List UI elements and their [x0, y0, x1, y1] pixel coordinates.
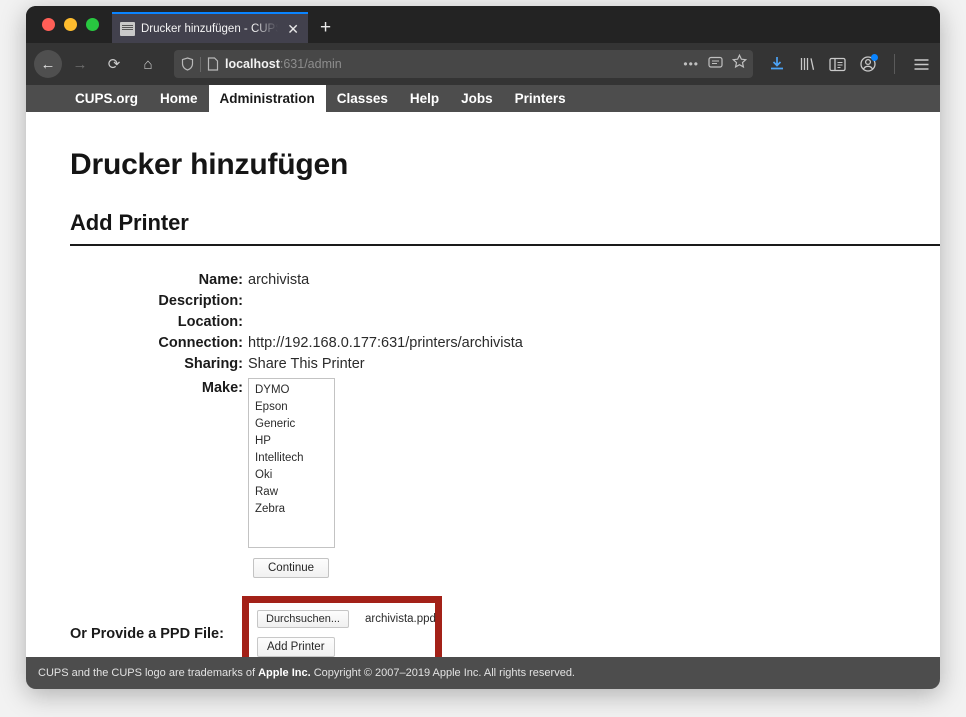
- close-window-button[interactable]: [42, 18, 55, 31]
- value-sharing: Share This Printer: [248, 356, 365, 372]
- add-printer-button[interactable]: Add Printer: [257, 637, 335, 657]
- form-row-make: Make: DYMO Epson Generic HP Intellitech …: [70, 378, 896, 548]
- library-icon[interactable]: [799, 56, 815, 72]
- ppd-file-label: Or Provide a PPD File:: [70, 626, 224, 642]
- url-divider: [200, 56, 201, 72]
- label-connection: Connection:: [158, 335, 243, 351]
- shield-icon[interactable]: [181, 57, 194, 71]
- nav-item-administration[interactable]: Administration: [208, 85, 326, 112]
- account-notification-badge: [871, 54, 878, 61]
- label-name: Name:: [198, 272, 243, 288]
- continue-button[interactable]: Continue: [253, 558, 330, 578]
- tab-title: Drucker hinzufügen - CUPS 2.: [141, 22, 278, 35]
- make-option[interactable]: DYMO: [249, 382, 334, 399]
- new-tab-button[interactable]: +: [308, 18, 343, 37]
- address-bar[interactable]: localhost:631/admin •••: [174, 50, 753, 78]
- account-icon[interactable]: [860, 54, 878, 72]
- make-option[interactable]: Generic: [249, 416, 334, 433]
- browser-toolbar: ← → ⟳ ⌂ localhost:631/admin •••: [26, 43, 940, 85]
- label-location: Location:: [177, 314, 243, 330]
- page-content: Drucker hinzufügen Add Printer Name: arc…: [26, 148, 940, 669]
- ppd-file-row: Or Provide a PPD File: Durchsuchen... ar…: [70, 596, 896, 669]
- cups-favicon: [120, 21, 135, 36]
- footer-text: CUPS and the CUPS logo are trademarks of…: [38, 667, 575, 679]
- cups-page: CUPS.org Home Administration Classes Hel…: [26, 85, 940, 689]
- form-row-connection: Connection: http://192.168.0.177:631/pri…: [70, 335, 896, 351]
- section-divider: [70, 244, 940, 246]
- label-description: Description:: [158, 293, 243, 309]
- ppd-controls: Durchsuchen... archivista.ppd Add Printe…: [249, 603, 436, 657]
- url-path: :631/admin: [279, 57, 342, 71]
- ppd-file-input-row: Durchsuchen... archivista.ppd: [257, 610, 436, 628]
- url-host: localhost: [225, 57, 280, 71]
- download-icon[interactable]: [769, 56, 785, 72]
- browse-file-button[interactable]: Durchsuchen...: [257, 610, 349, 628]
- reload-button[interactable]: ⟳: [98, 49, 130, 79]
- page-info-icon[interactable]: [207, 57, 219, 71]
- nav-item-classes[interactable]: Classes: [326, 85, 399, 112]
- url-text[interactable]: localhost:631/admin: [225, 57, 677, 71]
- cups-footer: CUPS and the CUPS logo are trademarks of…: [26, 657, 940, 689]
- minimize-window-button[interactable]: [64, 18, 77, 31]
- make-option[interactable]: Zebra: [249, 501, 334, 518]
- form-row-location: Location:: [70, 314, 896, 330]
- continue-button-wrapper: Continue: [253, 558, 896, 578]
- toolbar-icon-group: [765, 54, 930, 74]
- maximize-window-button[interactable]: [86, 18, 99, 31]
- browser-tab[interactable]: Drucker hinzufügen - CUPS 2. ✕: [112, 12, 308, 43]
- back-button[interactable]: ←: [34, 50, 62, 78]
- nav-item-help[interactable]: Help: [399, 85, 450, 112]
- make-listbox[interactable]: DYMO Epson Generic HP Intellitech Oki Ra…: [248, 378, 335, 548]
- hamburger-menu-icon[interactable]: [913, 57, 930, 72]
- form-row-description: Description:: [70, 293, 896, 309]
- url-action-icons: •••: [683, 53, 748, 74]
- nav-item-cups-org[interactable]: CUPS.org: [64, 85, 149, 112]
- nav-item-home[interactable]: Home: [149, 85, 209, 112]
- label-sharing: Sharing:: [184, 356, 243, 372]
- nav-item-jobs[interactable]: Jobs: [450, 85, 504, 112]
- form-row-name: Name: archivista: [70, 272, 896, 288]
- window-traffic-lights: [32, 6, 112, 43]
- page-title: Drucker hinzufügen: [70, 148, 349, 181]
- value-connection: http://192.168.0.177:631/printers/archiv…: [248, 335, 523, 351]
- footer-brand: Apple Inc.: [258, 667, 311, 679]
- forward-button[interactable]: →: [64, 49, 96, 79]
- label-make: Make:: [201, 380, 243, 396]
- make-option[interactable]: Epson: [249, 399, 334, 416]
- value-name: archivista: [248, 272, 310, 288]
- section-title: Add Printer: [70, 210, 189, 235]
- nav-item-printers[interactable]: Printers: [504, 85, 577, 112]
- make-option[interactable]: Intellitech: [249, 450, 334, 467]
- selected-filename: archivista.ppd: [364, 613, 436, 625]
- page-actions-icon[interactable]: •••: [683, 57, 699, 71]
- sidebar-icon[interactable]: [829, 57, 846, 72]
- make-option[interactable]: Raw: [249, 484, 334, 501]
- toolbar-separator: [894, 54, 895, 74]
- browser-window: Drucker hinzufügen - CUPS 2. ✕ + ← → ⟳ ⌂…: [26, 6, 940, 689]
- add-printer-row: Add Printer: [257, 637, 427, 657]
- footer-text-before: CUPS and the CUPS logo are trademarks of: [38, 667, 259, 679]
- printer-form: Name: archivista Description: Location: …: [70, 272, 896, 578]
- close-tab-icon[interactable]: ✕: [284, 22, 302, 36]
- home-button[interactable]: ⌂: [132, 49, 164, 79]
- bookmark-star-icon[interactable]: [731, 53, 748, 74]
- tab-strip: Drucker hinzufügen - CUPS 2. ✕ +: [26, 6, 940, 43]
- form-row-sharing: Sharing: Share This Printer: [70, 356, 896, 372]
- footer-text-after: Copyright © 2007–2019 Apple Inc. All rig…: [310, 667, 575, 679]
- reader-view-icon[interactable]: [708, 55, 723, 74]
- cups-navigation-bar: CUPS.org Home Administration Classes Hel…: [26, 85, 940, 112]
- make-option[interactable]: Oki: [249, 467, 334, 484]
- make-option[interactable]: HP: [249, 433, 334, 450]
